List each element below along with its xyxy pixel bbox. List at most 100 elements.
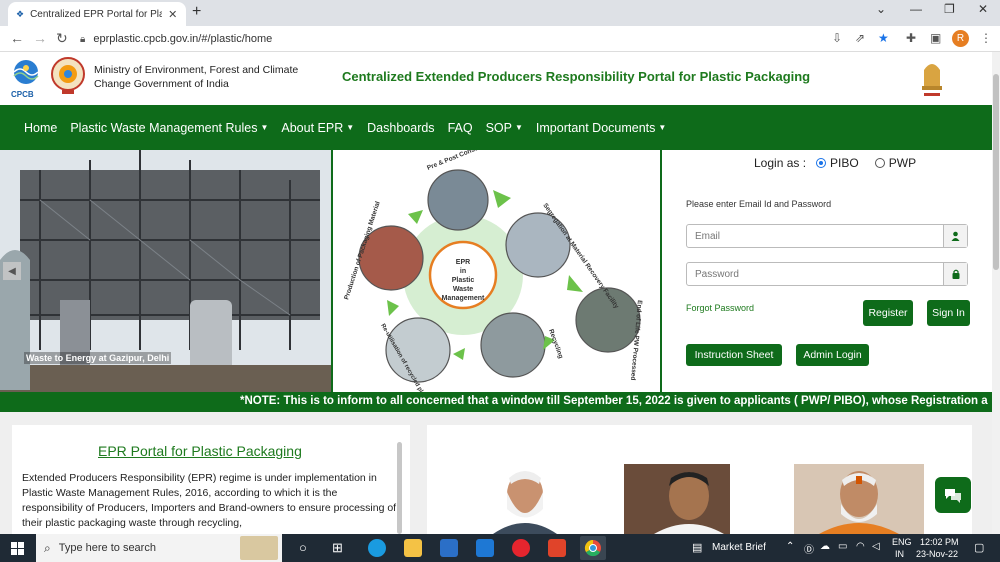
- search-icon: ⌕: [44, 540, 51, 555]
- nav-item-label: Home: [24, 120, 58, 135]
- dignitary-photo: [794, 464, 924, 534]
- login-prompt: Please enter Email Id and Password: [686, 199, 832, 209]
- back-arrow-icon[interactable]: ←: [10, 30, 24, 46]
- nav-item-label: Plastic Waste Management Rules: [70, 120, 258, 135]
- volume-icon[interactable]: ◁: [872, 541, 880, 552]
- url-field[interactable]: 🔒︎ eprplastic.cpcb.gov.in/#/plastic/home: [80, 29, 900, 49]
- wifi-icon[interactable]: ◠: [856, 541, 865, 552]
- notice-ticker: *NOTE: This is to inform to all concerne…: [0, 392, 1000, 412]
- nav-item-faq[interactable]: FAQ: [448, 121, 473, 135]
- nav-item-dashboards[interactable]: Dashboards: [367, 121, 434, 135]
- chrome-icon-active[interactable]: [580, 536, 606, 560]
- register-button[interactable]: Register: [863, 300, 913, 326]
- pibo-label[interactable]: PIBO: [830, 156, 859, 170]
- lock-icon: [943, 263, 967, 285]
- email-field-wrapper: [686, 224, 968, 248]
- national-emblem-icon: [922, 64, 942, 96]
- browser-tab-bar: ❖ Centralized EPR Portal for Plastic ✕ +…: [0, 0, 1000, 26]
- notifications-icon[interactable]: ▢: [974, 541, 984, 554]
- close-tab-icon[interactable]: ✕: [168, 8, 177, 21]
- caret-down-icon: ▼: [514, 122, 523, 132]
- market-brief-icon[interactable]: ▤: [692, 541, 702, 554]
- nav-item-plastic-waste-management-rules[interactable]: Plastic Waste Management Rules ▼: [70, 121, 268, 135]
- epr-info-card: EPR Portal for Plastic Packaging Extende…: [12, 425, 410, 534]
- dignitaries-card: [427, 425, 972, 534]
- minimize-icon[interactable]: —: [910, 2, 922, 16]
- bookmark-star-icon[interactable]: ★: [878, 31, 889, 45]
- forgot-password-link[interactable]: Forgot Password: [686, 303, 754, 313]
- caret-down-icon: ▼: [260, 122, 269, 132]
- epr-description: Extended Producers Responsibility (EPR) …: [22, 472, 397, 529]
- extensions-puzzle-icon[interactable]: ✚: [906, 31, 916, 45]
- main-navbar: Home Plastic Waste Management Rules ▼ About…: [0, 105, 1000, 150]
- share-icon[interactable]: ⇗: [855, 31, 865, 45]
- email-input[interactable]: [687, 225, 942, 247]
- banner: Waste to Energy at Gazipur, Delhi ◀ EPR …: [0, 124, 662, 406]
- pwp-label[interactable]: PWP: [889, 156, 916, 170]
- nav-item-home[interactable]: Home: [24, 121, 57, 135]
- caret-down-icon: ▼: [346, 122, 355, 132]
- pwp-radio[interactable]: [874, 158, 885, 168]
- close-window-icon[interactable]: ✕: [978, 2, 988, 16]
- office-icon[interactable]: [548, 539, 566, 557]
- ministry-emblem-icon: [51, 57, 85, 94]
- admin-login-button[interactable]: Admin Login: [796, 344, 869, 366]
- login-as-label: Login as :: [754, 156, 807, 170]
- install-icon[interactable]: ⇩: [832, 31, 842, 45]
- windows-start-icon[interactable]: [11, 542, 24, 555]
- tab-search-chevron-icon[interactable]: ⌄: [876, 2, 886, 16]
- tray-chevron-icon[interactable]: ⌃: [786, 541, 794, 552]
- edge-browser-icon[interactable]: [368, 539, 386, 557]
- side-panel-icon[interactable]: ▣: [930, 31, 941, 45]
- epr-cycle-diagram: EPR in Plastic Waste Management Pre & Po…: [333, 124, 660, 406]
- mail-icon[interactable]: [476, 539, 494, 557]
- nav-item-sop[interactable]: SOP ▼: [486, 121, 523, 135]
- language-primary[interactable]: ENG: [892, 537, 912, 547]
- task-view-icon[interactable]: ○: [299, 540, 307, 555]
- cloud-icon[interactable]: ☁: [820, 541, 830, 552]
- reload-icon[interactable]: ↻: [56, 30, 68, 47]
- user-icon: [943, 225, 967, 247]
- battery-icon[interactable]: ▭: [838, 541, 847, 552]
- forward-arrow-icon[interactable]: →: [33, 30, 47, 46]
- dignitary-photo: [624, 464, 730, 534]
- cycle-label-prepost: Pre & Post Consumer Plastic Waste: [426, 150, 531, 172]
- opera-icon[interactable]: [512, 539, 530, 557]
- lock-icon: 🔒︎: [80, 33, 86, 45]
- ticker-text: *NOTE: This is to inform to all concerne…: [240, 395, 988, 407]
- nav-item-about-epr[interactable]: About EPR ▼: [281, 121, 354, 135]
- pibo-radio[interactable]: [816, 158, 827, 168]
- taskbar-search-placeholder: Type here to search: [58, 542, 156, 554]
- epr-title[interactable]: EPR Portal for Plastic Packaging: [98, 443, 302, 459]
- sign-in-button[interactable]: Sign In: [927, 300, 970, 326]
- language-region[interactable]: IN: [895, 549, 904, 559]
- profile-avatar[interactable]: R: [952, 30, 969, 47]
- card-scrollbar[interactable]: [397, 442, 402, 534]
- widgets-icon[interactable]: ⊞: [332, 540, 343, 556]
- browser-tab[interactable]: ❖ Centralized EPR Portal for Plastic ✕: [8, 2, 186, 26]
- nav-item-important-documents[interactable]: Important Documents ▼: [536, 121, 666, 135]
- windows-taskbar: ⌕ Type here to search ○ ⊞ ▤ Market Brief…: [0, 534, 1000, 562]
- file-explorer-icon[interactable]: [404, 539, 422, 557]
- site-header: CPCB Ministry of Environment, Forest and…: [0, 52, 1000, 105]
- banner-photo: Waste to Energy at Gazipur, Delhi ◀: [0, 150, 331, 392]
- store-icon[interactable]: [440, 539, 458, 557]
- scrollbar-thumb[interactable]: [993, 74, 999, 270]
- market-brief-label[interactable]: Market Brief: [712, 542, 766, 553]
- page-scrollbar[interactable]: [992, 52, 1000, 534]
- chat-button[interactable]: [935, 477, 971, 513]
- cycle-center-line: Plastic: [452, 277, 475, 284]
- restore-icon[interactable]: ❐: [944, 2, 955, 16]
- clock-time[interactable]: 12:02 PM: [920, 537, 959, 547]
- tray-app-icon[interactable]: Ⓓ: [804, 541, 814, 556]
- menu-kebab-icon[interactable]: ⋮: [980, 31, 992, 45]
- new-tab-button[interactable]: +: [192, 3, 201, 21]
- slider-prev-button[interactable]: ◀: [3, 262, 21, 280]
- clock-date[interactable]: 23-Nov-22: [916, 549, 958, 559]
- login-as-group: Login as : PIBO PWP: [754, 156, 916, 170]
- instruction-sheet-button[interactable]: Instruction Sheet: [686, 344, 782, 366]
- ministry-name: Ministry of Environment, Forest and Clim…: [94, 64, 299, 90]
- cpcb-label: CPCB: [11, 90, 34, 99]
- url-text: eprplastic.cpcb.gov.in/#/plastic/home: [93, 33, 273, 45]
- password-input[interactable]: [687, 263, 942, 285]
